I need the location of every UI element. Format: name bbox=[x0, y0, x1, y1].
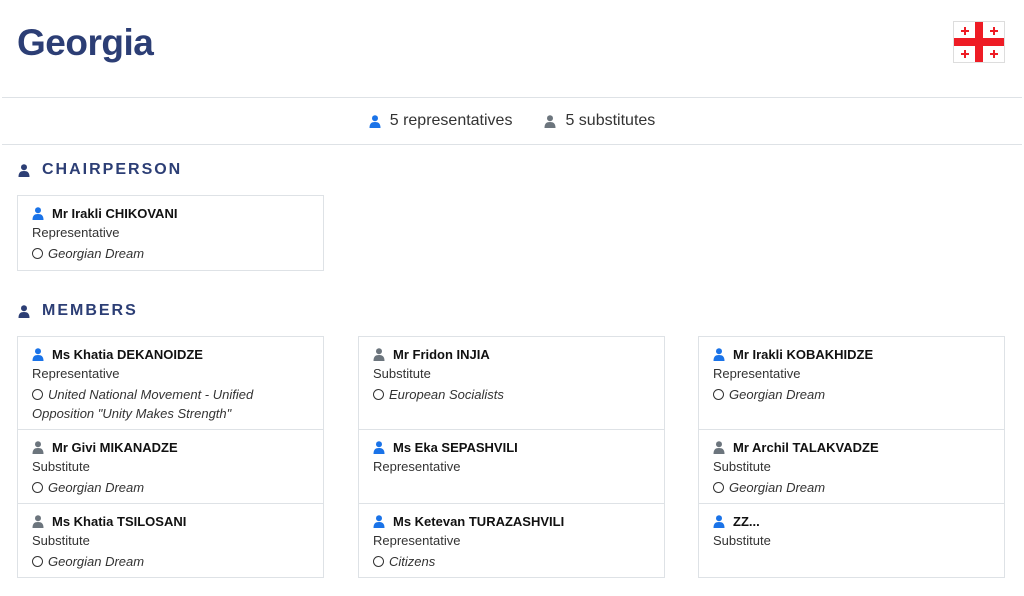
members-heading: MEMBERS bbox=[18, 302, 138, 320]
member-card: Mr Fridon INJIA Substitute European Soci… bbox=[359, 337, 664, 430]
members-column-1: Ms Khatia DEKANOIDZE Representative Unit… bbox=[17, 336, 324, 578]
representative-person-icon bbox=[369, 115, 381, 128]
member-card: Mr Irakli KOBAKHIDZE Representative Geor… bbox=[699, 337, 1004, 430]
representative-person-icon bbox=[373, 441, 385, 454]
member-name-link[interactable]: Mr Fridon INJIA bbox=[393, 347, 490, 362]
member-role: Representative bbox=[373, 533, 461, 548]
member-party: Georgian Dream bbox=[32, 478, 309, 497]
chairperson-heading-label: CHAIRPERSON bbox=[42, 161, 183, 178]
substitute-person-icon bbox=[544, 115, 556, 128]
substitute-person-icon bbox=[713, 441, 725, 454]
substitutes-count-label: 5 substitutes bbox=[565, 112, 656, 129]
substitute-person-icon bbox=[32, 515, 44, 528]
summary-bar: 5 representatives 5 substitutes bbox=[2, 97, 1022, 145]
circle-icon bbox=[32, 556, 43, 567]
page-title: Georgia bbox=[17, 22, 154, 63]
person-icon bbox=[18, 305, 30, 318]
member-party: European Socialists bbox=[373, 385, 650, 404]
member-role: Substitute bbox=[32, 533, 90, 548]
member-role: Substitute bbox=[373, 366, 431, 381]
circle-icon bbox=[32, 389, 43, 400]
member-name-link[interactable]: Ms Ketevan TURAZASHVILI bbox=[393, 514, 564, 529]
representative-person-icon bbox=[373, 515, 385, 528]
member-card: Mr Givi MIKANADZE Substitute Georgian Dr… bbox=[18, 430, 323, 504]
chairperson-heading: CHAIRPERSON bbox=[18, 161, 182, 179]
circle-icon bbox=[713, 482, 724, 493]
member-party: Citizens bbox=[373, 552, 650, 571]
member-role: Substitute bbox=[32, 459, 90, 474]
member-card: Ms Eka SEPASHVILI Representative bbox=[359, 430, 664, 504]
circle-icon bbox=[32, 482, 43, 493]
member-name-link[interactable]: Ms Khatia DEKANOIDZE bbox=[52, 347, 203, 362]
circle-icon bbox=[32, 248, 43, 259]
member-party: United National Movement - Unified Oppos… bbox=[32, 387, 254, 421]
circle-icon bbox=[373, 389, 384, 400]
substitute-person-icon bbox=[32, 441, 44, 454]
member-role: Representative bbox=[373, 459, 461, 474]
members-column-2: Mr Fridon INJIA Substitute European Soci… bbox=[358, 336, 665, 578]
member-name-link[interactable]: Mr Givi MIKANADZE bbox=[52, 440, 178, 455]
member-card: Mr Irakli CHIKOVANI Representative Georg… bbox=[18, 196, 323, 270]
member-name-link[interactable]: Ms Khatia TSILOSANI bbox=[52, 514, 186, 529]
member-party: Georgian Dream bbox=[32, 552, 309, 571]
substitutes-count: 5 substitutes bbox=[544, 112, 655, 130]
representative-person-icon bbox=[32, 207, 44, 220]
member-card: Mr Archil TALAKVADZE Substitute Georgian… bbox=[699, 430, 1004, 504]
member-name-link[interactable]: Mr Archil TALAKVADZE bbox=[733, 440, 879, 455]
member-card: Ms Khatia TSILOSANI Substitute Georgian … bbox=[18, 504, 323, 577]
members-column-3: Mr Irakli KOBAKHIDZE Representative Geor… bbox=[698, 336, 1005, 578]
member-card: Ms Ketevan TURAZASHVILI Representative C… bbox=[359, 504, 664, 577]
representatives-count-label: 5 representatives bbox=[389, 112, 513, 129]
member-name-link[interactable]: Mr Irakli KOBAKHIDZE bbox=[733, 347, 873, 362]
representative-person-icon bbox=[713, 515, 725, 528]
member-party: Georgian Dream bbox=[32, 244, 309, 263]
circle-icon bbox=[713, 389, 724, 400]
member-role: Substitute bbox=[713, 459, 771, 474]
person-icon bbox=[18, 164, 30, 177]
member-role: Representative bbox=[32, 225, 120, 240]
member-name-link[interactable]: Mr Irakli CHIKOVANI bbox=[52, 206, 177, 221]
member-card: ZZ... Substitute bbox=[699, 504, 1004, 577]
representative-person-icon bbox=[32, 348, 44, 361]
member-name-link[interactable]: Ms Eka SEPASHVILI bbox=[393, 440, 518, 455]
member-party: Georgian Dream bbox=[713, 478, 990, 497]
chairperson-card: Mr Irakli CHIKOVANI Representative Georg… bbox=[17, 195, 324, 271]
member-role: Substitute bbox=[713, 533, 771, 548]
member-role: Representative bbox=[713, 366, 801, 381]
georgia-flag-icon bbox=[953, 21, 1005, 63]
circle-icon bbox=[373, 556, 384, 567]
members-heading-label: MEMBERS bbox=[42, 302, 138, 319]
member-role: Representative bbox=[32, 366, 120, 381]
member-party: Georgian Dream bbox=[713, 385, 990, 404]
substitute-person-icon bbox=[373, 348, 385, 361]
member-name-link[interactable]: ZZ... bbox=[733, 514, 760, 529]
representatives-count: 5 representatives bbox=[369, 112, 513, 130]
member-card: Ms Khatia DEKANOIDZE Representative Unit… bbox=[18, 337, 323, 430]
representative-person-icon bbox=[713, 348, 725, 361]
